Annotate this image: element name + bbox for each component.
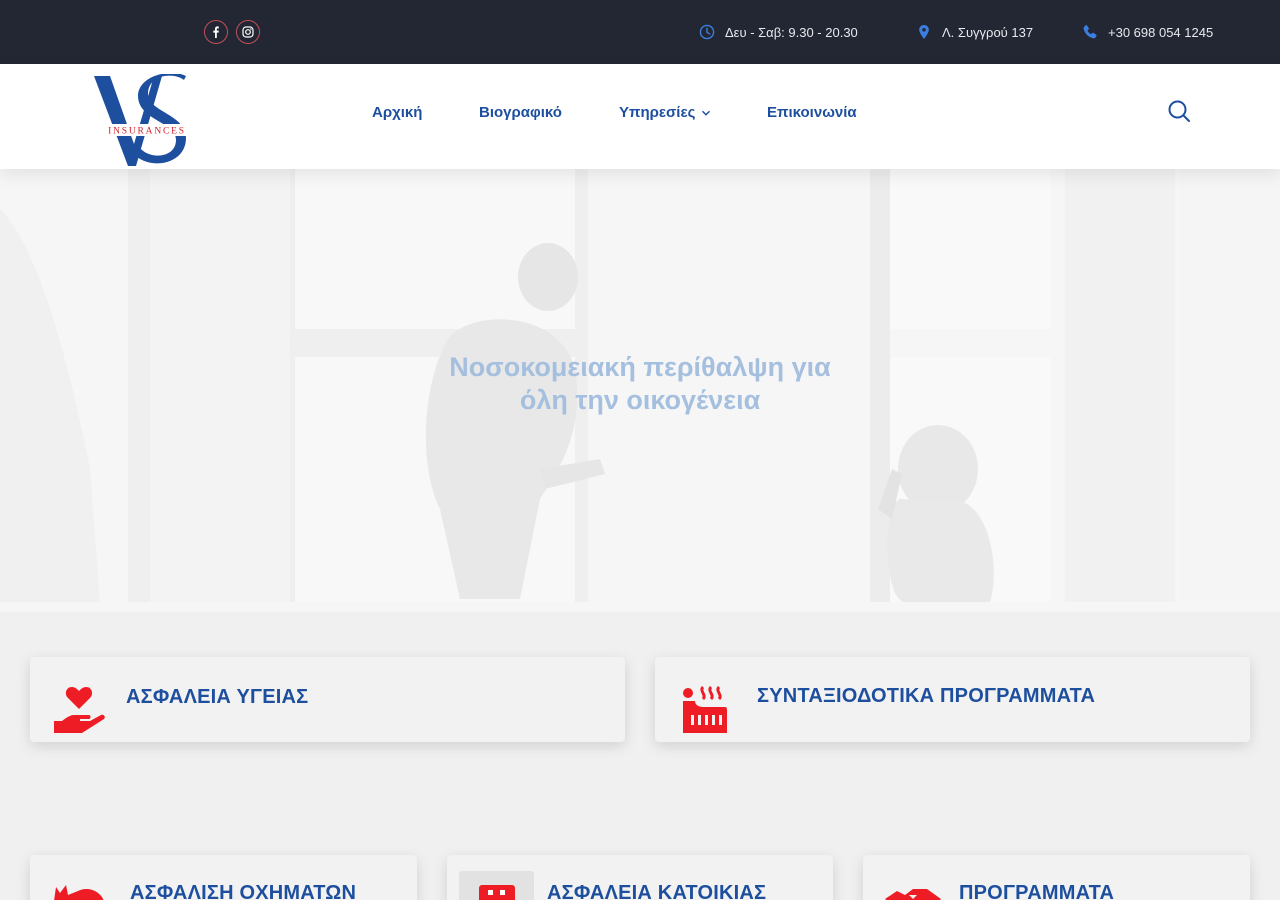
phone-link[interactable]: +30 698 054 1245 xyxy=(1082,23,1213,41)
facebook-link[interactable] xyxy=(204,20,228,44)
nav-services[interactable]: Υπηρεσίες xyxy=(619,104,711,121)
pension-icon xyxy=(683,685,727,733)
nav-bio[interactable]: Βιογραφικό xyxy=(479,104,562,121)
hero-title: Νοσοκομειακή περίθαλψη για όλη την οικογ… xyxy=(340,351,940,417)
vs-insurances-logo: INSURANCES xyxy=(94,72,190,166)
hero-section: Νοσοκομειακή περίθαλψη για όλη την οικογ… xyxy=(0,169,1280,612)
address: Λ. Συγγρού 137 xyxy=(916,23,1033,41)
opening-hours: Δευ - Σαβ: 9.30 - 20.30 xyxy=(699,23,858,41)
address-text: Λ. Συγγρού 137 xyxy=(942,24,1034,40)
service-title-pension: ΣΥΝΤΑΞΙΟΔΟΤΙΚΑ ΠΡΟΓΡΑΜΜΑΤΑ xyxy=(757,685,1096,707)
nav-home[interactable]: Αρχική xyxy=(372,104,422,121)
opening-hours-text: Δευ - Σαβ: 9.30 - 20.30 xyxy=(725,24,858,40)
location-pin-icon xyxy=(919,25,929,39)
phone-text: +30 698 054 1245 xyxy=(1108,24,1214,40)
instagram-icon xyxy=(242,26,254,38)
service-card-health[interactable]: ΑΣΦΑΛΕΙΑ ΥΓΕΙΑΣ xyxy=(30,657,625,742)
instagram-link[interactable] xyxy=(236,20,260,44)
service-card-vehicle[interactable]: ΑΣΦΑΛΙΣΗ ΟΧΗΜΑΤΩΝ xyxy=(30,855,417,900)
facebook-icon xyxy=(213,26,219,38)
nav-bio-label: Βιογραφικό xyxy=(479,104,562,121)
heart-hand-icon xyxy=(54,687,105,733)
nav-home-label: Αρχική xyxy=(372,104,423,121)
phone-icon xyxy=(1083,25,1097,39)
service-card-home[interactable]: ΑΣΦΑΛΕΙΑ ΚΑΤΟΙΚΙΑΣ xyxy=(447,855,833,900)
car-icon xyxy=(54,885,104,900)
hero-title-line-2: όλη την οικογένεια xyxy=(519,385,761,415)
hero-title-line-1: Νοσοκομειακή περίθαλψη για xyxy=(449,352,831,382)
nav-contact-label: Επικοινωνία xyxy=(767,104,857,121)
nav-contact[interactable]: Επικοινωνία xyxy=(767,104,857,121)
handshake-icon xyxy=(885,889,941,900)
service-title-programs: ΠΡΟΓΡΑΜΜΑΤΑ xyxy=(959,882,1115,900)
search-icon xyxy=(1168,100,1190,122)
chevron-down-icon xyxy=(702,110,711,116)
service-title-home: ΑΣΦΑΛΕΙΑ ΚΑΤΟΙΚΙΑΣ xyxy=(547,882,767,900)
logo-wordmark: INSURANCES xyxy=(108,127,186,137)
main-header: INSURANCES Αρχική Βιογραφικό Υπηρεσίες Ε… xyxy=(0,64,1280,169)
site-logo[interactable]: INSURANCES xyxy=(92,72,192,166)
nav-services-label: Υπηρεσίες xyxy=(619,104,696,121)
service-title-health: ΑΣΦΑΛΕΙΑ ΥΓΕΙΑΣ xyxy=(126,686,309,708)
search-button[interactable] xyxy=(1167,99,1191,123)
clock-icon xyxy=(699,24,715,40)
top-bar: Δευ - Σαβ: 9.30 - 20.30 Λ. Συγγρού 137 +… xyxy=(0,0,1280,64)
service-title-vehicle: ΑΣΦΑΛΙΣΗ ΟΧΗΜΑΤΩΝ xyxy=(130,882,357,900)
house-icon xyxy=(479,885,515,900)
service-card-programs[interactable]: ΠΡΟΓΡΑΜΜΑΤΑ xyxy=(863,855,1250,900)
service-card-pension[interactable]: ΣΥΝΤΑΞΙΟΔΟΤΙΚΑ ΠΡΟΓΡΑΜΜΑΤΑ xyxy=(655,657,1250,742)
